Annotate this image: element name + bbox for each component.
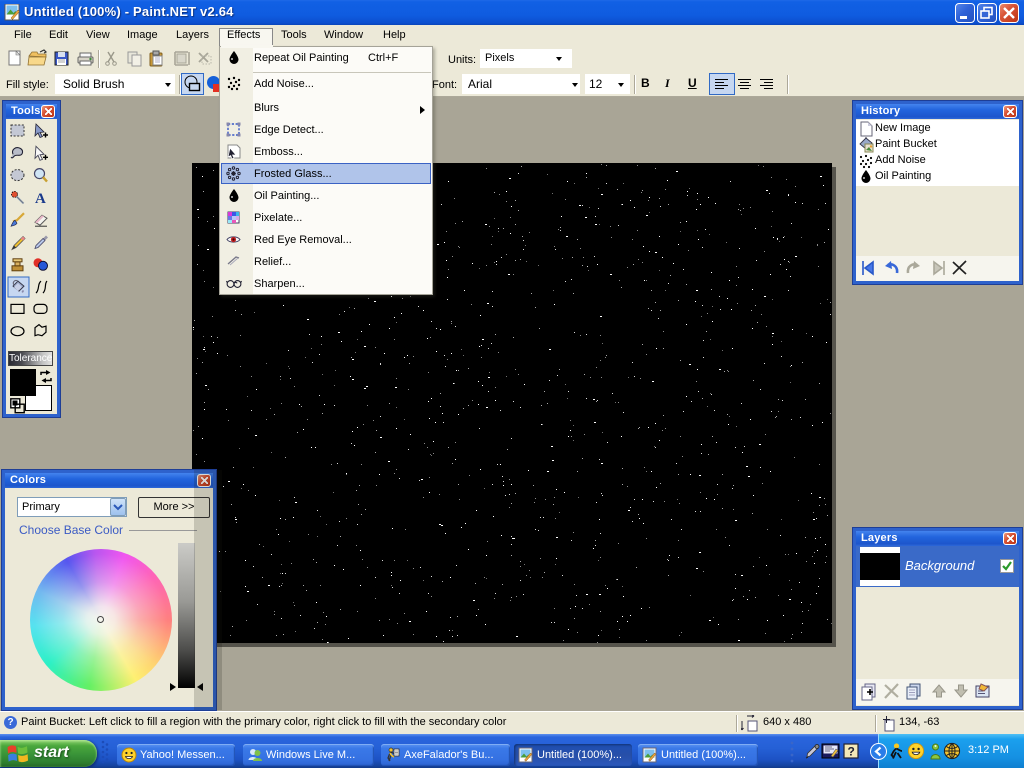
svg-text:?: ? — [848, 745, 855, 759]
svg-text:A: A — [35, 191, 46, 207]
